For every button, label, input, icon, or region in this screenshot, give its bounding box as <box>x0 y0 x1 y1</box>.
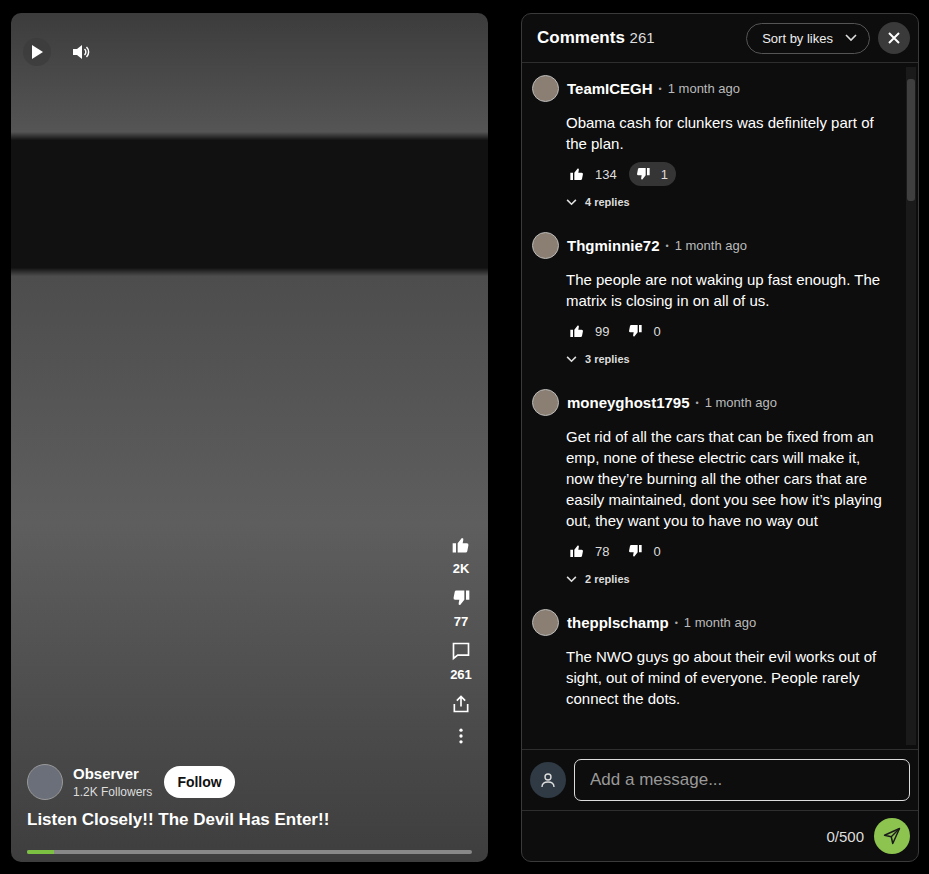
thumbs-up-icon <box>451 535 471 555</box>
share-icon <box>451 694 471 714</box>
replies-toggle[interactable]: 3 replies <box>566 353 630 365</box>
chevron-icon <box>566 356 577 363</box>
comment: TeamICEGH•1 month agoObama cash for clun… <box>522 63 900 220</box>
comments-count: 261 <box>630 29 655 46</box>
char-counter: 0/500 <box>826 828 864 845</box>
thumbs-up-icon <box>569 543 585 559</box>
play-button[interactable] <box>23 38 51 66</box>
message-input[interactable] <box>574 759 910 801</box>
channel: Observer 1.2K Followers Follow <box>27 764 472 800</box>
thumbs-down-icon <box>635 166 651 182</box>
thumbs-down-icon <box>451 588 471 608</box>
progress-fill <box>27 850 54 854</box>
thumbs-down-icon <box>627 543 643 559</box>
comment-text: Obama cash for clunkers was definitely p… <box>566 112 890 154</box>
comment-actions: 990 <box>563 319 890 343</box>
more-icon <box>451 726 471 746</box>
channel-name[interactable]: Observer <box>73 765 152 782</box>
comment-author[interactable]: TeamICEGH <box>567 80 653 97</box>
video-frame <box>11 13 488 862</box>
composer <box>522 749 918 810</box>
composer-footer: 0/500 <box>522 810 918 861</box>
action-count: 2K <box>453 561 470 576</box>
comment-author[interactable]: thepplschamp <box>567 614 669 631</box>
video-action[interactable] <box>451 694 471 714</box>
chevron-icon <box>566 199 577 206</box>
comment-text: The NWO guys go about their evil works o… <box>566 646 890 709</box>
comment-actions: 1341 <box>563 162 890 186</box>
user-icon <box>540 772 556 788</box>
channel-avatar[interactable] <box>27 764 63 800</box>
comment-like-button[interactable]: 134 <box>563 162 625 186</box>
comment-time: 1 month ago <box>705 395 777 410</box>
comment: thepplschamp•1 month agoThe NWO guys go … <box>522 597 900 721</box>
comment-time: 1 month ago <box>668 81 740 96</box>
replies-toggle[interactable]: 4 replies <box>566 196 630 208</box>
video-title: Listen Closely!! The Devil Has Enter!! <box>27 810 472 830</box>
send-button[interactable] <box>874 818 910 854</box>
video-action[interactable]: 2K <box>451 535 471 576</box>
volume-button[interactable] <box>67 38 95 66</box>
user-avatar <box>530 762 566 798</box>
comment: moneyghost1795•1 month agoGet rid of all… <box>522 377 900 597</box>
thumbs-down-icon <box>627 323 643 339</box>
comment-author[interactable]: moneyghost1795 <box>567 394 690 411</box>
comment-time: 1 month ago <box>684 615 756 630</box>
chevron-icon <box>566 576 577 583</box>
comment-avatar[interactable] <box>532 232 559 259</box>
speaker-icon <box>72 44 90 60</box>
comment-avatar[interactable] <box>532 75 559 102</box>
comment-list: TeamICEGH•1 month agoObama cash for clun… <box>522 63 918 749</box>
comment-text: The people are not waking up fast enough… <box>566 269 890 311</box>
action-count: 261 <box>450 667 472 682</box>
comment-dislike-button[interactable]: 0 <box>621 319 668 343</box>
comment-avatar[interactable] <box>532 389 559 416</box>
video-info: Observer 1.2K Followers Follow Listen Close… <box>27 764 472 854</box>
scrollbar[interactable] <box>906 67 916 745</box>
thumbs-up-icon <box>569 166 585 182</box>
video-action[interactable] <box>451 726 471 746</box>
comment-like-button[interactable]: 78 <box>563 539 617 563</box>
progress-bar[interactable] <box>27 850 472 854</box>
comment-icon <box>451 641 471 661</box>
sort-dropdown[interactable]: Sort by likes <box>746 23 870 54</box>
comments-title: Comments 261 <box>537 28 738 48</box>
close-button[interactable] <box>878 22 910 54</box>
video-player[interactable]: 2K 77 261 Observer 1.2K Followers Follow Liste… <box>11 13 488 862</box>
close-icon <box>888 32 900 44</box>
comment-time: 1 month ago <box>675 238 747 253</box>
chevron-down-icon <box>845 34 857 42</box>
play-icon <box>30 44 44 60</box>
comment: Thgminnie72•1 month agoThe people are no… <box>522 220 900 377</box>
video-action[interactable]: 261 <box>450 641 472 682</box>
replies-toggle[interactable]: 2 replies <box>566 573 630 585</box>
channel-followers: 1.2K Followers <box>73 785 152 799</box>
comment-avatar[interactable] <box>532 609 559 636</box>
comment-dislike-button[interactable]: 1 <box>629 162 676 186</box>
video-actions: 2K 77 261 <box>446 535 476 746</box>
comment-author[interactable]: Thgminnie72 <box>567 237 660 254</box>
comments-header: Comments 261 Sort by likes <box>522 14 918 63</box>
follow-button[interactable]: Follow <box>164 766 234 798</box>
page: 2K 77 261 Observer 1.2K Followers Follow Liste… <box>0 0 929 874</box>
send-icon <box>883 827 901 845</box>
action-count: 77 <box>454 614 468 629</box>
video-action[interactable]: 77 <box>451 588 471 629</box>
comment-actions: 780 <box>563 539 890 563</box>
comment-text: Get rid of all the cars that can be fixe… <box>566 426 890 531</box>
scrollbar-thumb[interactable] <box>907 79 915 201</box>
comment-dislike-button[interactable]: 0 <box>621 539 668 563</box>
comments-panel: Comments 261 Sort by likes TeamICEGH•1 mon… <box>521 13 919 862</box>
thumbs-up-icon <box>569 323 585 339</box>
comment-like-button[interactable]: 99 <box>563 319 617 343</box>
